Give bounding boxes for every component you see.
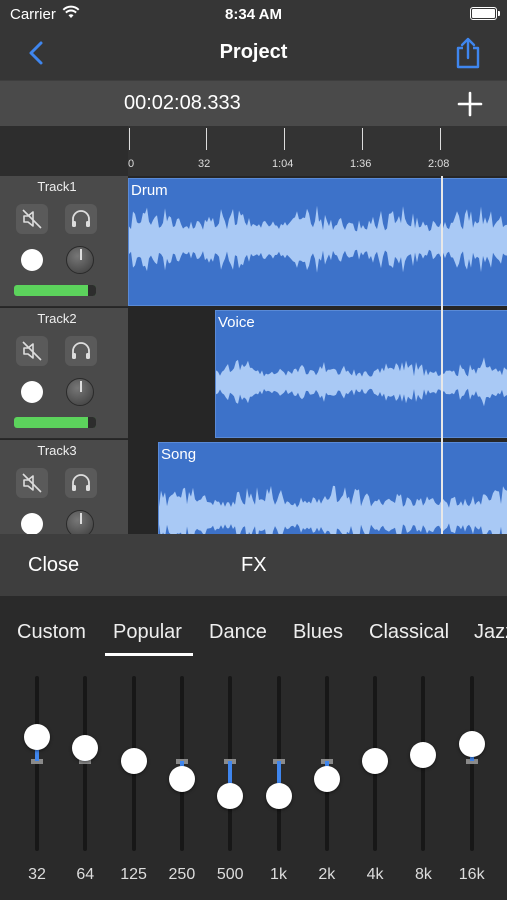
- clip-name: Song: [161, 446, 197, 463]
- eq-band-label: 32: [28, 866, 46, 883]
- audio-clip-voice[interactable]: Voice: [215, 310, 507, 438]
- eq-thumb[interactable]: [362, 748, 389, 774]
- pan-knob[interactable]: [66, 378, 94, 406]
- close-button[interactable]: Close: [28, 554, 79, 577]
- waveform: [129, 205, 507, 273]
- timecode-display: 00:02:08.333: [124, 92, 241, 114]
- mute-button[interactable]: [16, 336, 48, 366]
- navigation-bar: Project: [0, 28, 507, 80]
- battery-icon: [470, 7, 500, 20]
- clip-name: Voice: [218, 314, 255, 331]
- eq-thumb[interactable]: [313, 765, 340, 792]
- eq-thumb[interactable]: [168, 765, 195, 792]
- ruler-tick: [362, 128, 363, 150]
- add-icon[interactable]: [457, 91, 483, 117]
- eq-thumb[interactable]: [458, 730, 485, 757]
- transport-bar: 00:02:08.333: [0, 80, 507, 126]
- selected-tab-indicator: [105, 653, 193, 656]
- page-title: Project: [219, 41, 288, 63]
- eq-band-label: 1k: [270, 866, 287, 883]
- solo-button[interactable]: [65, 468, 97, 498]
- track-controls-3: Track3: [0, 440, 128, 534]
- tab-classical[interactable]: Classical: [369, 621, 449, 644]
- audio-clip-song[interactable]: Song: [158, 442, 507, 534]
- tracks-area: Track1 Track2 Track3 Drum Voice Song: [0, 176, 507, 534]
- waveform: [159, 485, 507, 534]
- ruler-label: 2:08: [428, 158, 450, 170]
- ruler-spacer: [0, 126, 128, 176]
- track-controls-2: Track2: [0, 308, 128, 439]
- eq-band-label: 64: [76, 866, 95, 883]
- ruler-tick: [129, 128, 130, 150]
- ruler-tick: [440, 128, 441, 150]
- track-name: Track3: [37, 443, 77, 458]
- tab-jazz[interactable]: Jazz: [474, 621, 507, 644]
- mute-icon: [22, 341, 42, 361]
- tab-dance[interactable]: Dance: [209, 621, 267, 644]
- fx-bar: Close FX: [0, 534, 507, 596]
- ruler-label: 0: [128, 158, 135, 170]
- eq-band-label: 16k: [458, 866, 485, 883]
- ruler-label: 1:04: [272, 158, 294, 170]
- eq-thumb[interactable]: [120, 748, 147, 774]
- tab-custom[interactable]: Custom: [17, 621, 86, 644]
- record-button[interactable]: [21, 513, 43, 534]
- mute-icon: [22, 209, 42, 229]
- eq-band-label: 8k: [414, 866, 432, 883]
- track-name: Track1: [37, 179, 77, 194]
- eq-band-label: 2k: [318, 866, 336, 883]
- eq-band-label: 250: [168, 866, 196, 883]
- headphones-icon: [72, 210, 90, 227]
- fx-title: FX: [241, 554, 267, 576]
- track-name: Track2: [37, 311, 77, 326]
- record-button[interactable]: [21, 381, 43, 403]
- ruler-tick: [284, 128, 285, 150]
- headphones-icon: [72, 474, 90, 491]
- clip-name: Drum: [131, 182, 168, 199]
- playhead[interactable]: [441, 176, 443, 534]
- eq-band-label: 4k: [366, 866, 384, 883]
- eq-band-label: 500: [216, 866, 244, 883]
- status-time: 8:34 AM: [225, 6, 282, 23]
- eq-thumb[interactable]: [24, 723, 50, 750]
- ruler-label: 1:36: [350, 158, 372, 170]
- mute-button[interactable]: [16, 468, 48, 498]
- level-meter: [14, 417, 96, 428]
- ruler-label: 32: [198, 158, 211, 170]
- status-bar: Carrier 8:34 AM: [0, 0, 507, 28]
- headphones-icon: [72, 342, 90, 359]
- waveform: [216, 357, 507, 407]
- eq-thumb[interactable]: [265, 783, 292, 809]
- pan-knob[interactable]: [66, 246, 94, 274]
- audio-clip-drum[interactable]: Drum: [128, 178, 507, 306]
- solo-button[interactable]: [65, 204, 97, 234]
- equalizer-panel: Custom Popular Dance Blues Classical Jaz…: [0, 596, 507, 900]
- eq-thumb[interactable]: [217, 783, 244, 809]
- tab-popular[interactable]: Popular: [113, 621, 182, 644]
- tab-blues[interactable]: Blues: [293, 621, 343, 644]
- mute-icon: [22, 473, 42, 493]
- solo-button[interactable]: [65, 336, 97, 366]
- timeline-ruler[interactable]: 0 32 1:04 1:36 2:08: [0, 126, 507, 176]
- track-controls-1: Track1: [0, 176, 128, 307]
- mute-button[interactable]: [16, 204, 48, 234]
- eq-thumb[interactable]: [410, 742, 437, 769]
- pan-knob[interactable]: [66, 510, 94, 534]
- level-meter: [14, 285, 96, 296]
- ruler-tick: [206, 128, 207, 150]
- share-icon[interactable]: [453, 36, 483, 70]
- record-button[interactable]: [21, 249, 43, 271]
- eq-thumb[interactable]: [72, 735, 99, 762]
- eq-band-label: 125: [120, 866, 147, 883]
